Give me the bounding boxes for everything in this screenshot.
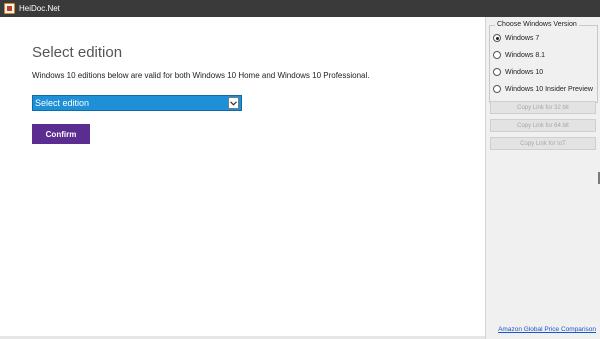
radio-label: Windows 10 Insider Preview: [505, 85, 593, 93]
radio-button[interactable]: [493, 68, 501, 76]
main-panel: Select edition Windows 10 editions below…: [0, 17, 485, 339]
version-sidebar: Choose Windows Version Windows 7 Windows…: [485, 17, 600, 339]
copy-link-64bit-button[interactable]: Copy Link for 64 bit: [490, 119, 596, 132]
radio-windows-7[interactable]: Windows 7: [493, 33, 539, 43]
radio-button[interactable]: [493, 34, 501, 42]
copy-link-32bit-button[interactable]: Copy Link for 32 bit: [490, 101, 596, 114]
edition-select-value: Select edition: [35, 98, 90, 108]
windows-version-group: Choose Windows Version Windows 7 Windows…: [489, 21, 598, 103]
copy-link-iot-button[interactable]: Copy Link for IoT: [490, 137, 596, 150]
radio-windows-8-1[interactable]: Windows 8.1: [493, 50, 545, 60]
amazon-price-link[interactable]: Amazon Global Price Comparison: [498, 326, 596, 333]
confirm-button[interactable]: Confirm: [32, 124, 90, 144]
edition-description: Windows 10 editions below are valid for …: [32, 71, 370, 80]
edition-select[interactable]: Select edition: [32, 95, 242, 111]
app-icon: [4, 3, 15, 14]
radio-button[interactable]: [493, 85, 501, 93]
title-bar: HeiDoc.Net: [0, 0, 600, 17]
app-window: HeiDoc.Net Select edition Windows 10 edi…: [0, 0, 600, 339]
radio-button[interactable]: [493, 51, 501, 59]
page-title: Select edition: [32, 44, 123, 61]
radio-windows-10[interactable]: Windows 10: [493, 67, 543, 77]
radio-windows-10-insider[interactable]: Windows 10 Insider Preview: [493, 84, 593, 94]
group-title: Choose Windows Version: [495, 21, 579, 28]
radio-label: Windows 7: [505, 34, 540, 42]
chevron-down-icon[interactable]: [228, 97, 239, 109]
window-title: HeiDoc.Net: [19, 4, 60, 13]
radio-label: Windows 10: [505, 68, 544, 76]
radio-label: Windows 8.1: [505, 51, 546, 59]
